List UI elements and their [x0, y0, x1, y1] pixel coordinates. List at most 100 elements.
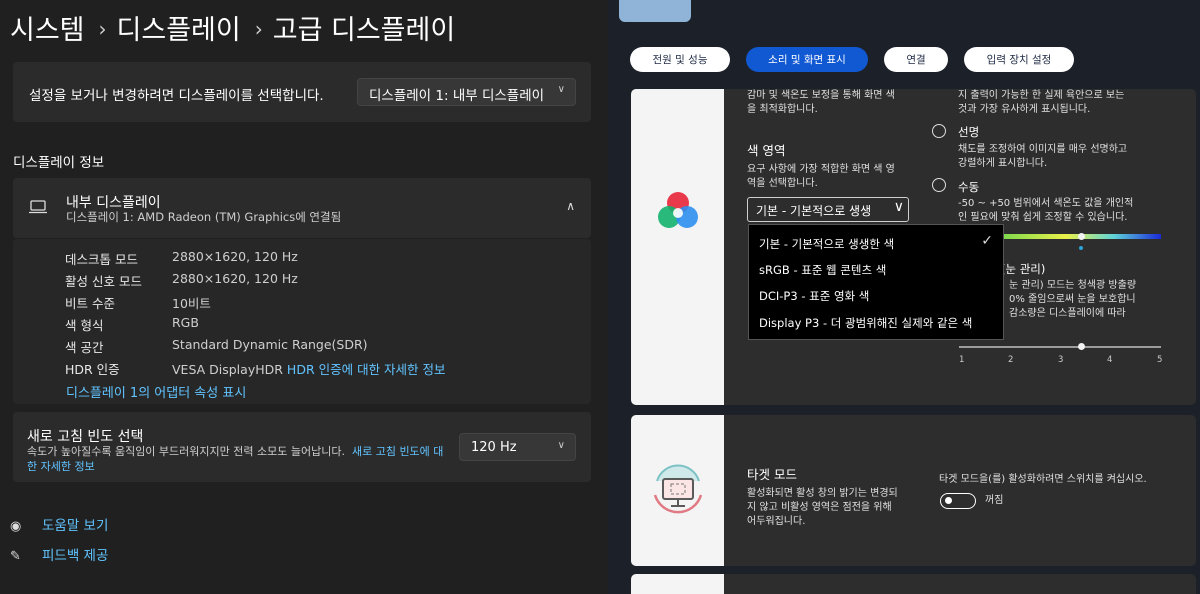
gamut-option-displayp3[interactable]: Display P3 - 더 광범위해진 실제와 같은 색 — [759, 315, 972, 331]
manual-desc: -50 ~ +50 범위에서 색온도 값을 개인적인 필요에 맞춰 쉽게 조정할… — [958, 197, 1133, 225]
gamut-option-default[interactable]: 기본 - 기본적으로 생생한 색 — [759, 236, 894, 252]
info-row-value: RGB — [172, 315, 199, 330]
eye-care-desc-line: 눈 관리) 모드는 청색광 방출량 — [1009, 280, 1137, 291]
color-desc-line: 감마 및 색온도 보정을 통해 화면 색 — [747, 90, 895, 101]
tab-connection[interactable]: 연결 — [884, 47, 948, 72]
eye-care-slider[interactable] — [959, 346, 1161, 348]
eye-care-desc: 눈 관리) 모드는 청색광 방출량 0% 줄임으로써 눈을 보호합니감소량은 디스… — [1009, 279, 1136, 321]
color-settings-panel: 감마 및 색온도 보정을 통해 화면 색을 최적화합니다. 색 영역 요구 사항… — [631, 89, 1196, 405]
natural-desc-line: 지 출력이 가능한 한 실제 육안으로 보는 — [958, 90, 1125, 101]
tab-sound-display[interactable]: 소리 및 화면 표시 — [746, 47, 868, 72]
help-icon: ◉ — [10, 519, 22, 534]
info-row-value: VESA DisplayHDR HDR 인증에 대한 자세한 정보 — [172, 359, 446, 378]
info-row-value: Standard Dynamic Range(SDR) — [172, 337, 368, 352]
toggle-knob — [945, 497, 952, 504]
info-row-label: HDR 인증 — [65, 362, 120, 377]
settings-pane: 시스템 › 디스플레이 › 고급 디스플레이 설정을 보거나 변경하려면 디스플레이를 … — [0, 0, 608, 594]
display-info-details: 데스크톱 모드 2880×1620, 120 Hz 활성 신호 모드 2880×16… — [13, 239, 591, 404]
eye-care-desc-line: 감소량은 디스플레이에 따라 — [1009, 308, 1126, 319]
target-mode-desc-line: 활성화되면 활성 창의 밝기는 변경되 — [747, 488, 898, 499]
scale-label: 4 — [1107, 355, 1113, 365]
info-row: 데스크톱 모드 2880×1620, 120 Hz — [65, 249, 298, 268]
display-select-dropdown[interactable]: 디스플레이 1: 내부 디스플레이 ∨ — [357, 78, 576, 106]
gamut-desc-line: 역을 선택합니다. — [747, 178, 818, 189]
vivid-desc: 채도를 조정하여 이미지를 매우 선명하고 강렬하게 표시합니다. — [958, 143, 1127, 171]
select-display-card: 설정을 보거나 변경하려면 디스플레이를 선택합니다. 디스플레이 1: 내부 … — [13, 62, 591, 122]
help-link-label: 도움말 보기 — [42, 518, 109, 534]
gamut-dropdown[interactable]: 기본 - 기본적으로 생생 ∨ — [747, 197, 909, 222]
info-row-label: 활성 신호 모드 — [65, 274, 142, 289]
info-row-label: 색 형식 — [65, 318, 104, 333]
scale-label: 2 — [1008, 355, 1014, 365]
display-info-header[interactable]: 내부 디스플레이 디스플레이 1: AMD Radeon (TM) Graphi… — [13, 178, 591, 238]
next-settings-panel — [631, 574, 1196, 594]
slider-center-tick — [1079, 246, 1083, 250]
chevron-up-icon[interactable]: ∧ — [566, 199, 575, 213]
color-temp-slider-knob[interactable] — [1078, 233, 1085, 240]
manual-desc-line: -50 ~ +50 범위에서 색온도 값을 개인적 — [958, 198, 1134, 209]
refresh-rate-value: 120 Hz — [471, 440, 517, 455]
breadcrumb-system[interactable]: 시스템 — [10, 15, 85, 46]
color-desc-line: 을 최적화합니다. — [747, 104, 818, 115]
gamut-title: 색 영역 — [747, 143, 786, 158]
refresh-rate-dropdown[interactable]: 120 Hz ∨ — [459, 433, 576, 461]
info-row-label: 색 공간 — [65, 340, 104, 355]
eye-care-slider-knob[interactable] — [1078, 343, 1085, 350]
color-wheel-icon — [658, 192, 698, 228]
target-mode-icon — [653, 464, 703, 514]
info-row: HDR 인증 VESA DisplayHDR HDR 인증에 대한 자세한 정보 — [65, 359, 446, 378]
breadcrumb-display[interactable]: 디스플레이 — [117, 15, 241, 46]
manual-radio[interactable] — [932, 178, 946, 192]
refresh-rate-desc-text: 속도가 높아질수록 움직임이 부드러워지지만 전력 소모도 늘어납니다. — [27, 445, 345, 458]
display-info-heading: 디스플레이 정보 — [13, 155, 105, 171]
select-display-label: 설정을 보거나 변경하려면 디스플레이를 선택합니다. — [29, 88, 324, 104]
target-mode-desc-line: 지 않고 비활성 영역은 점전을 위해 — [747, 502, 892, 513]
hdr-value: VESA DisplayHDR — [172, 362, 283, 377]
tab-power[interactable]: 전원 및 성능 — [630, 47, 730, 72]
target-mode-title: 타겟 모드 — [747, 467, 797, 482]
checkmark-icon: ✓ — [981, 233, 993, 249]
feedback-icon: ✎ — [10, 549, 21, 564]
scale-label: 3 — [1058, 355, 1064, 365]
gamut-desc-line: 요구 사항에 가장 적합한 화면 색 영 — [747, 164, 895, 175]
info-row-value: 2880×1620, 120 Hz — [172, 271, 298, 286]
panel-sidebar — [631, 415, 724, 566]
feedback-link[interactable]: ✎ 피드백 제공 — [10, 544, 108, 564]
chevron-down-icon: ∨ — [557, 84, 565, 95]
info-row: 비트 수준 10비트 — [65, 293, 211, 312]
target-mode-toggle-label: 꺼짐 — [985, 495, 1004, 506]
info-row-label: 데스크톱 모드 — [65, 252, 138, 267]
panel-sidebar — [631, 89, 724, 405]
hdr-info-link[interactable]: HDR 인증에 대한 자세한 정보 — [287, 362, 446, 377]
target-mode-desc: 활성화되면 활성 창의 밝기는 변경되지 않고 비활성 영역은 점전을 위해어두… — [747, 487, 898, 529]
breadcrumb: 시스템 › 디스플레이 › 고급 디스플레이 — [10, 8, 455, 47]
vivid-desc-line: 강렬하게 표시합니다. — [958, 158, 1048, 169]
target-mode-desc-line: 어두워집니다. — [747, 516, 806, 527]
eye-care-title: (눈 관리) — [1001, 262, 1046, 276]
gamut-option-srgb[interactable]: sRGB - 표준 웹 콘텐츠 색 — [759, 262, 886, 278]
natural-desc-line: 것과 가장 유사하게 표시됩니다. — [958, 104, 1091, 115]
scale-label: 5 — [1157, 355, 1163, 365]
panel-sidebar — [631, 574, 724, 594]
manual-desc-line: 인 필요에 맞춰 쉽게 조정할 수 있습니다. — [958, 212, 1128, 223]
target-mode-toggle[interactable] — [940, 493, 976, 509]
gamut-options-menu: 기본 - 기본적으로 생생한 색 ✓ sRGB - 표준 웹 콘텐츠 색 DCI… — [748, 224, 1004, 340]
gamut-option-dcip3[interactable]: DCI-P3 - 표준 영화 색 — [759, 288, 869, 304]
vivid-radio[interactable] — [932, 124, 946, 138]
breadcrumb-separator: › — [98, 17, 107, 41]
info-row-label: 비트 수준 — [65, 296, 115, 311]
info-row: 색 형식 RGB — [65, 315, 199, 334]
adapter-properties-link[interactable]: 디스플레이 1의 어댑터 속성 표시 — [66, 382, 246, 401]
gamut-dropdown-value: 기본 - 기본적으로 생생 — [756, 204, 872, 218]
feedback-link-label: 피드백 제공 — [42, 548, 109, 564]
app-logo-icon — [619, 0, 691, 22]
tab-input-devices[interactable]: 입력 장치 설정 — [964, 47, 1074, 72]
help-link[interactable]: ◉ 도움말 보기 — [10, 514, 108, 534]
eye-care-desc-line: 0% 줄임으로써 눈을 보호합니 — [1009, 294, 1136, 305]
target-mode-panel: 타겟 모드 활성화되면 활성 창의 밝기는 변경되지 않고 비활성 영역은 점전… — [631, 415, 1196, 566]
display-select-value: 디스플레이 1: 내부 디스플레이 — [369, 88, 545, 104]
color-desc: 감마 및 색온도 보정을 통해 화면 색을 최적화합니다. — [747, 89, 895, 117]
vendor-app-pane: 전원 및 성능 소리 및 화면 표시 연결 입력 장치 설정 감마 및 색온도 … — [608, 0, 1200, 594]
refresh-rate-desc: 속도가 높아질수록 움직임이 부드러워지지만 전력 소모도 늘어납니다. 새로 … — [27, 444, 447, 474]
info-row: 활성 신호 모드 2880×1620, 120 Hz — [65, 271, 298, 290]
